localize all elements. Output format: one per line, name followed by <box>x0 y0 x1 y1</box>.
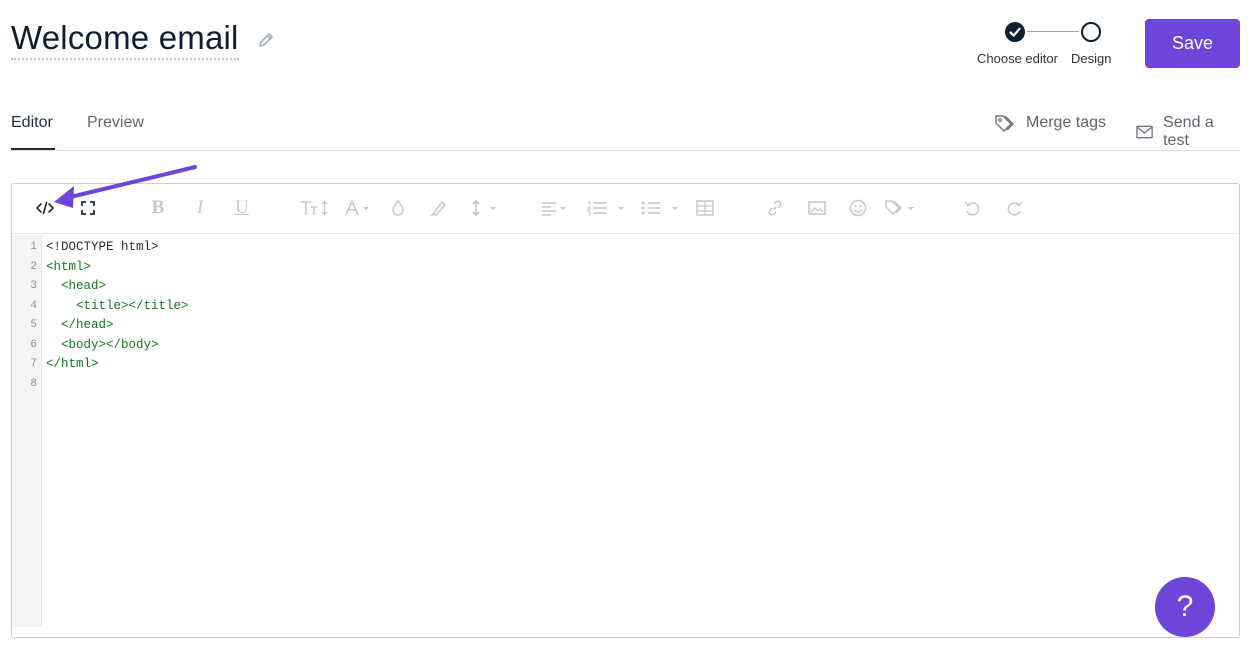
line-number: 6 <box>30 339 37 351</box>
line-height-icon[interactable] <box>470 196 500 220</box>
code-line[interactable]: <!DOCTYPE html> <box>46 240 159 254</box>
line-number: 2 <box>30 261 37 273</box>
title-area: Welcome email <box>11 18 275 60</box>
line-number: 1 <box>30 241 37 253</box>
redo-icon[interactable] <box>1005 196 1025 220</box>
code-line[interactable]: </head> <box>46 318 114 332</box>
save-button[interactable]: Save <box>1145 19 1240 68</box>
merge-tags-label: Merge tags <box>1026 114 1107 131</box>
tag-icon <box>995 115 1014 132</box>
font-size-icon[interactable] <box>298 196 332 220</box>
italic-icon[interactable]: I <box>192 196 208 220</box>
send-test-label: Send a test <box>1163 114 1214 149</box>
page-title[interactable]: Welcome email <box>11 18 239 60</box>
line-number-gutter: 1 2 3 4 5 6 7 8 <box>12 235 42 627</box>
table-icon[interactable] <box>695 196 715 220</box>
line-number: 4 <box>30 300 37 312</box>
merge-tags-button[interactable]: Merge tags <box>994 114 1106 132</box>
undo-icon[interactable] <box>962 196 982 220</box>
code-line[interactable]: <html> <box>46 260 91 274</box>
progress-stepper: Choose editor Design <box>975 20 1115 70</box>
emoji-icon[interactable] <box>848 196 868 220</box>
underline-icon[interactable]: U <box>232 196 252 220</box>
merge-tag-icon[interactable] <box>884 196 920 220</box>
code-line[interactable]: <head> <box>46 279 106 293</box>
tab-editor[interactable]: Editor <box>11 114 53 132</box>
envelope-icon <box>1136 125 1153 139</box>
align-icon[interactable] <box>540 196 570 220</box>
image-icon[interactable] <box>807 196 827 220</box>
line-number: 8 <box>30 378 37 390</box>
help-button[interactable]: ? <box>1155 577 1215 637</box>
background-color-icon[interactable] <box>390 196 406 220</box>
code-line[interactable]: </html> <box>46 357 99 371</box>
line-number: 3 <box>30 280 37 292</box>
step-complete-icon <box>1005 22 1025 42</box>
unordered-list-icon[interactable] <box>640 196 682 220</box>
code-line[interactable]: <body></body> <box>46 338 159 352</box>
clear-format-icon[interactable] <box>430 196 448 220</box>
tab-preview[interactable]: Preview <box>87 114 144 132</box>
editor-toolbar: B I U <box>12 184 1239 234</box>
active-tab-indicator <box>11 148 55 150</box>
step-label-design[interactable]: Design <box>1071 51 1111 66</box>
font-color-icon[interactable] <box>344 196 374 220</box>
step-connector <box>1027 31 1079 32</box>
code-line[interactable]: <title></title> <box>46 299 189 313</box>
step-label-choose-editor[interactable]: Choose editor <box>977 51 1058 66</box>
pencil-icon[interactable] <box>257 31 275 49</box>
ordered-list-icon[interactable] <box>586 196 628 220</box>
editor-tabs: Editor Preview Merge tags Send a test <box>11 110 1240 151</box>
code-view-icon[interactable] <box>34 196 56 220</box>
link-icon[interactable] <box>765 196 785 220</box>
line-number: 5 <box>30 319 37 331</box>
step-pending-icon <box>1081 22 1101 42</box>
fullscreen-icon[interactable] <box>78 196 98 220</box>
code-editor: B I U 1 2 3 4 5 6 7 8 <!DOCTYPE html> <h… <box>11 183 1240 638</box>
send-test-button[interactable]: Send a test <box>1136 114 1240 150</box>
line-number: 7 <box>30 358 37 370</box>
bold-icon[interactable]: B <box>150 196 166 220</box>
